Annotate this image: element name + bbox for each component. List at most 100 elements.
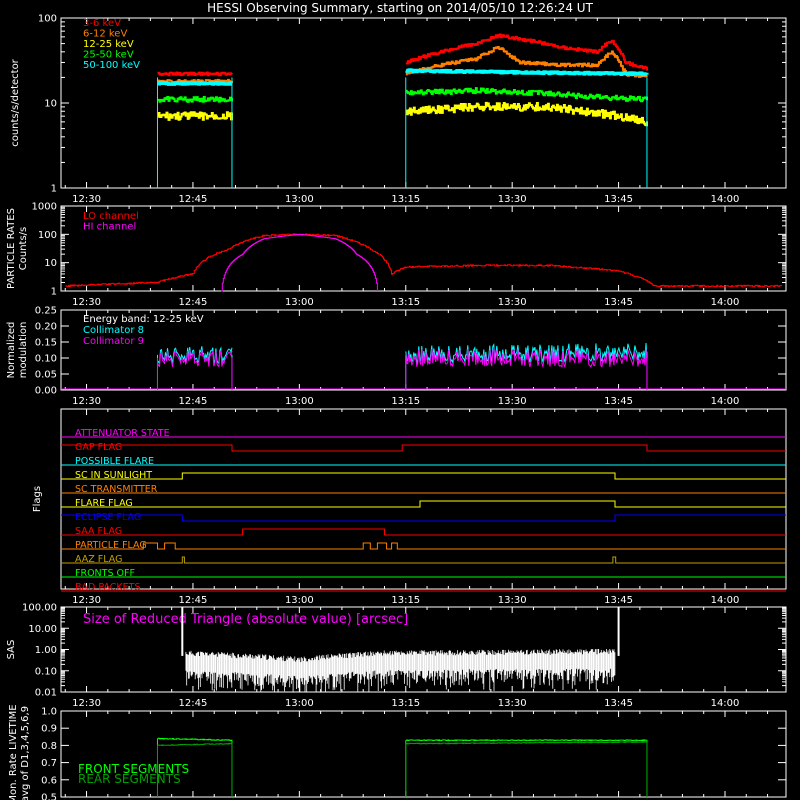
y-axis-label-line: PARTICLE RATES	[6, 208, 17, 289]
panel-border	[60, 408, 787, 590]
hessi-summary-figure: HESSI Observing Summary, starting on 201…	[6, 1, 787, 800]
x-tick-label: 13:15	[391, 595, 420, 606]
panel-border	[60, 17, 787, 189]
legend-entry: 25-50 keV	[83, 50, 134, 61]
y-axis-label-line: Mon. Rate LIVETIME	[8, 704, 19, 800]
y-axis-label-line: modulation	[18, 322, 29, 379]
x-tick-label: 12:30	[72, 396, 101, 407]
x-tick-label: 14:00	[711, 297, 740, 308]
x-tick-label: 13:15	[391, 194, 420, 205]
flag-label: SC IN SUNLIGHT	[75, 470, 152, 481]
y-tick-label: 1.0	[41, 707, 57, 718]
y-tick-label: 0.8	[41, 741, 57, 752]
panel-frame-2: 12:30 12:45 13:00 13:15 13:30 13:45 14:00 0.00 0…	[6, 306, 787, 407]
x-tick-label: 12:45	[179, 194, 208, 205]
x-tick-label: 13:30	[498, 595, 527, 606]
y-axis-label: SAS	[6, 640, 17, 660]
x-tick-label: 12:45	[179, 595, 208, 606]
x-tick-label: 12:45	[179, 698, 208, 709]
x-tick-label: 12:45	[179, 396, 208, 407]
x-tick-label: 13:00	[285, 698, 314, 709]
series-line-12-25-keV	[157, 111, 233, 121]
x-tick-label: 13:45	[604, 194, 633, 205]
panel-frame-0: 12:30 12:45 13:00 13:15 13:30 13:45 14:00 1 10 10…	[10, 14, 787, 205]
series-line-REAR-SEGMENTS	[405, 741, 648, 745]
y-axis-label-line: counts/s/detector	[10, 58, 21, 146]
legend-entry: 3-6 keV	[83, 18, 121, 29]
y-tick-label: 0.9	[41, 724, 57, 735]
x-tick-label: 14:00	[711, 194, 740, 205]
x-tick-label: 13:15	[391, 698, 420, 709]
y-axis-label-line: Normalized	[6, 322, 17, 379]
flag-line	[61, 514, 786, 522]
x-tick-label: 13:15	[391, 297, 420, 308]
flag-label: BAD PACKETS	[75, 582, 141, 593]
y-tick-label: 0.10	[35, 354, 57, 365]
x-tick-label: 13:00	[285, 595, 314, 606]
x-tick-label: 13:30	[498, 396, 527, 407]
y-tick-label: 0.6	[41, 775, 57, 786]
flag-line	[61, 556, 786, 564]
y-axis-label: Normalizedmodulation	[6, 322, 29, 379]
y-axis-label: Mon. Rate LIVETIMEavg of D1,3,4,5,6,9	[8, 704, 31, 800]
x-tick-label: 13:00	[285, 297, 314, 308]
sas-noise	[185, 649, 616, 692]
flag-line	[61, 528, 786, 536]
legend-entry: Collimator 8	[83, 325, 144, 336]
y-tick-label: 1	[51, 184, 57, 195]
y-axis-label: counts/s/detector	[10, 58, 21, 146]
flag-label: SC TRANSMITTER	[75, 484, 158, 495]
y-tick-label: 0.05	[35, 370, 57, 381]
series-line-50-100-keV	[405, 68, 649, 77]
annotation-sas: Size of Reduced Triangle (absolute value…	[83, 612, 408, 627]
flag-label: AAZ FLAG	[75, 554, 122, 565]
x-tick-label: 13:00	[285, 194, 314, 205]
x-tick-label: 12:30	[72, 297, 101, 308]
y-tick-label: 1	[51, 287, 57, 298]
legend-entry: HI channel	[83, 222, 136, 233]
figure-title: HESSI Observing Summary, starting on 201…	[207, 1, 593, 15]
x-tick-label: 13:15	[391, 396, 420, 407]
y-tick-label: 10.00	[28, 624, 57, 635]
y-axis-label-line: Counts/s	[18, 227, 29, 271]
x-tick-label: 13:45	[604, 595, 633, 606]
legend-entry: 6-12 keV	[83, 29, 127, 40]
x-tick-label: 12:30	[72, 698, 101, 709]
y-tick-label: 10	[44, 99, 57, 110]
y-tick-label: 0.25	[35, 306, 57, 317]
legend-entry: LO channel	[83, 211, 139, 222]
y-tick-label: 100	[38, 230, 57, 241]
x-tick-label: 13:30	[498, 194, 527, 205]
x-tick-label: 12:30	[72, 194, 101, 205]
y-tick-label: 0.7	[41, 758, 57, 769]
series-line-12-25-keV	[405, 101, 648, 127]
y-axis-label: Flags	[32, 486, 43, 512]
x-tick-label: 12:30	[72, 595, 101, 606]
flag-label: ATTENUATOR STATE	[75, 428, 170, 439]
legend-entry: Collimator 9	[83, 336, 144, 347]
y-axis-label: PARTICLE RATESCounts/s	[6, 208, 29, 289]
flag-line	[61, 542, 786, 550]
x-tick-label: 13:30	[498, 297, 527, 308]
flag-label: ECLIPSE FLAG	[75, 512, 141, 523]
panel-frame-3: 12:30 12:45 13:00 13:15 13:30 13:45 14:00 Flags…	[32, 408, 787, 606]
panel-frame-4: 12:30 12:45 13:00 13:15 13:30 13:45 14:00 0.01 0…	[6, 603, 787, 709]
x-tick-label: 13:45	[604, 698, 633, 709]
legend-entry: REAR SEGMENTS	[78, 772, 181, 786]
series-line-25-50-keV	[157, 96, 233, 103]
flag-line	[61, 444, 786, 452]
y-tick-label: 100	[38, 14, 57, 25]
flag-line	[61, 472, 786, 480]
y-tick-label: 0.01	[35, 688, 57, 699]
flag-label: FLARE FLAG	[75, 498, 133, 509]
x-tick-label: 13:30	[498, 698, 527, 709]
y-tick-label: 1.00	[35, 645, 57, 656]
series-line-HI-channel	[221, 233, 378, 292]
flag-label: FRONTS OFF	[75, 568, 135, 579]
y-tick-label: 1000	[32, 202, 57, 213]
y-tick-label: 100.00	[22, 603, 57, 614]
series-line-FRONT-SEGMENTS	[157, 737, 233, 742]
legend-entry: 50-100 keV	[83, 60, 140, 71]
y-axis-label-line: avg of D1,3,4,5,6,9	[20, 706, 31, 800]
legend-entry: 12-25 keV	[83, 39, 134, 50]
